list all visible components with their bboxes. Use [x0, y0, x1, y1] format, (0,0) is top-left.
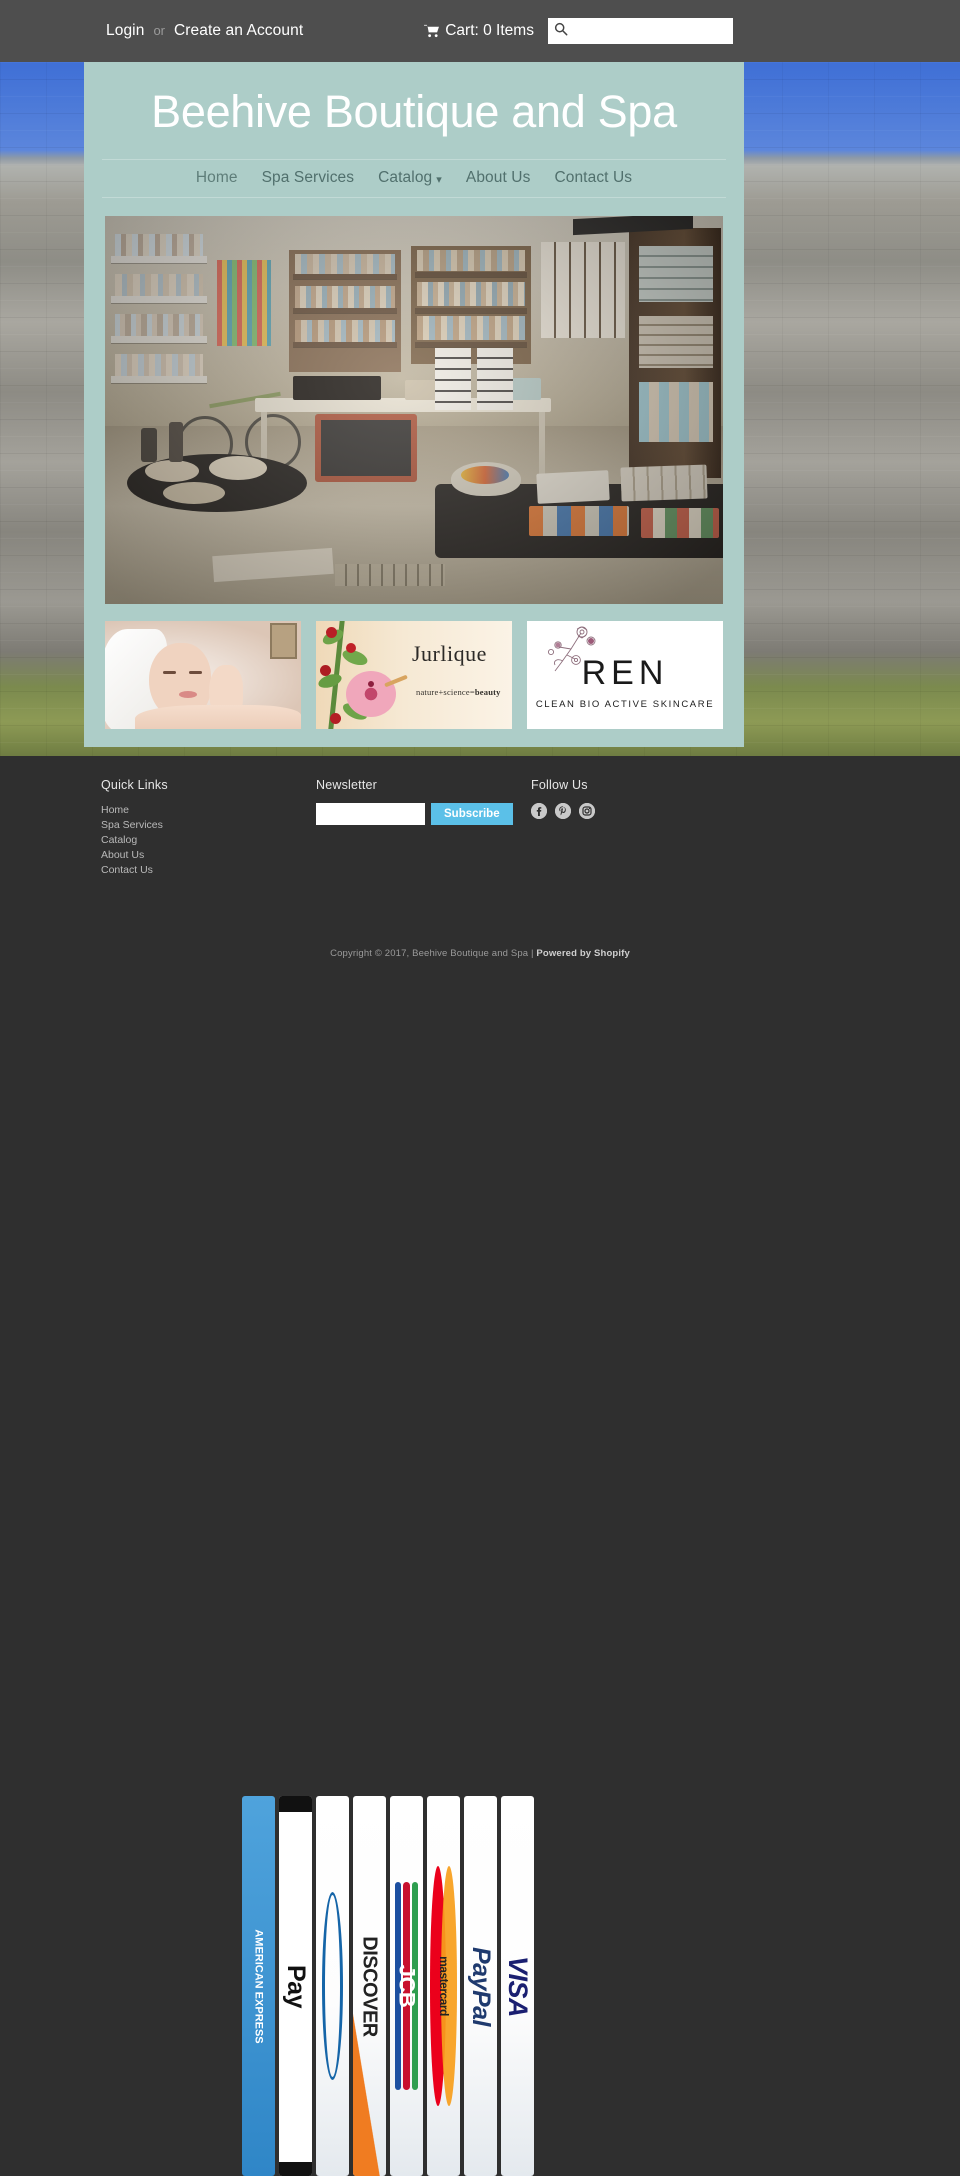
footer-link-about-us[interactable]: About Us: [101, 848, 316, 863]
follow-us-title: Follow Us: [531, 778, 588, 792]
hero-vignette: [105, 216, 723, 605]
jurlique-tagline-bold: beauty: [474, 687, 501, 698]
payment-badge-apple-pay: Pay: [279, 1796, 312, 2176]
jurlique-tagline: nature+science=beauty: [416, 687, 501, 697]
mastercard-label: mastercard: [436, 1956, 451, 2016]
apple-pay-label: Pay: [282, 1964, 311, 2008]
visa-label: VISA: [503, 1955, 533, 2017]
page-title: Beehive Boutique and Spa: [151, 86, 677, 137]
footer-newsletter: Newsletter Subscribe: [316, 778, 531, 878]
footer-follow-us: Follow Us: [531, 778, 731, 878]
footer-link-home[interactable]: Home: [101, 803, 316, 818]
cart-label: Cart: 0 Items: [445, 22, 534, 39]
nav-label: Spa Services: [261, 169, 355, 187]
search-input[interactable]: [572, 20, 749, 42]
discover-label: DISCOVER: [359, 1935, 381, 2037]
paypal-label: PayPal: [467, 1946, 496, 2026]
footer-columns: Quick Links Home Spa Services Catalog Ab…: [0, 756, 960, 878]
nav-item-catalog[interactable]: Catalog ▾: [378, 169, 442, 187]
site-footer: Quick Links Home Spa Services Catalog Ab…: [0, 756, 960, 2176]
main-navigation: Home Spa Services Catalog ▾ About Us Con…: [102, 159, 726, 199]
jurlique-tagline-plain: nature+science=: [416, 687, 475, 698]
nav-item-home[interactable]: Home: [196, 169, 238, 187]
footer-link-catalog[interactable]: Catalog: [101, 833, 316, 848]
payment-methods-strip: AMERICAN EXPRESS Pay DISCOVER JCB master…: [242, 1796, 560, 2176]
login-link[interactable]: Login: [106, 22, 144, 40]
nav-item-contact-us[interactable]: Contact Us: [554, 169, 632, 187]
powered-by-shopify-link[interactable]: Powered by Shopify: [536, 948, 630, 959]
nav-list: Home Spa Services Catalog ▾ About Us Con…: [102, 160, 726, 197]
pinterest-icon[interactable]: [555, 803, 571, 819]
payment-badge-american-express: AMERICAN EXPRESS: [242, 1796, 275, 2176]
ren-tagline: CLEAN BIO ACTIVE SKINCARE: [535, 699, 715, 711]
newsletter-form: Subscribe: [316, 803, 531, 825]
cart-link[interactable]: Cart: 0 Items: [424, 22, 534, 40]
payment-badge-diners-club: [316, 1796, 349, 2176]
promo-ren[interactable]: REN CLEAN BIO ACTIVE SKINCARE: [527, 621, 723, 730]
copyright-text: Copyright © 2017, Beehive Boutique and S…: [330, 948, 537, 959]
quick-links-title: Quick Links: [101, 778, 168, 792]
social-links: [531, 803, 731, 819]
promo-jurlique[interactable]: Jurlique nature+science=beauty: [316, 621, 512, 730]
american-express-label: AMERICAN EXPRESS: [253, 1928, 266, 2044]
payment-badge-jcb: JCB: [390, 1796, 423, 2176]
promo-banner-row: Jurlique nature+science=beauty REN CLEAN…: [105, 621, 723, 730]
account-separator: or: [153, 23, 165, 38]
quick-links-list: Home Spa Services Catalog About Us Conta…: [101, 803, 316, 878]
nav-label: Home: [195, 169, 238, 187]
footer-link-spa-services[interactable]: Spa Services: [101, 818, 316, 833]
nav-label: Contact Us: [554, 169, 633, 187]
footer-quick-links: Quick Links Home Spa Services Catalog Ab…: [101, 778, 316, 878]
footer-link-contact-us[interactable]: Contact Us: [101, 863, 316, 878]
diners-club-ring-icon: [322, 1892, 343, 2080]
account-links: Login or Create an Account: [106, 22, 303, 40]
newsletter-title: Newsletter: [316, 778, 378, 792]
jcb-label: JCB: [394, 1964, 420, 2008]
payment-badge-paypal: PayPal: [464, 1796, 497, 2176]
nav-item-spa-services[interactable]: Spa Services: [262, 169, 355, 187]
jurlique-wordmark: Jurlique: [412, 641, 487, 667]
instagram-icon[interactable]: [579, 803, 595, 819]
cart-and-search: Cart: 0 Items: [424, 18, 749, 44]
nav-item-about-us[interactable]: About Us: [466, 169, 531, 187]
site-container: Beehive Boutique and Spa Home Spa Servic…: [84, 62, 744, 748]
search-box[interactable]: [547, 18, 749, 44]
create-account-link[interactable]: Create an Account: [174, 22, 303, 40]
payment-badge-discover: DISCOVER: [353, 1796, 386, 2176]
chevron-down-icon: ▾: [436, 173, 442, 186]
top-utility-bar: Login or Create an Account Cart: 0 Items: [0, 0, 960, 62]
payment-badge-visa: VISA: [501, 1796, 534, 2176]
ren-wordmark: REN: [581, 654, 669, 693]
promo-spa-facial[interactable]: [105, 621, 301, 730]
copyright-notice: Copyright © 2017, Beehive Boutique and S…: [0, 948, 960, 959]
subscribe-button[interactable]: Subscribe: [431, 803, 513, 825]
nav-label: About Us: [465, 169, 531, 187]
nav-label: Catalog: [378, 169, 433, 187]
hero-shop-photo[interactable]: [105, 216, 723, 605]
shopping-cart-icon: [424, 24, 440, 38]
payment-badge-mastercard: mastercard: [427, 1796, 460, 2176]
newsletter-email-input[interactable]: [316, 803, 425, 825]
search-icon: [554, 22, 568, 40]
facebook-icon[interactable]: [531, 803, 547, 819]
